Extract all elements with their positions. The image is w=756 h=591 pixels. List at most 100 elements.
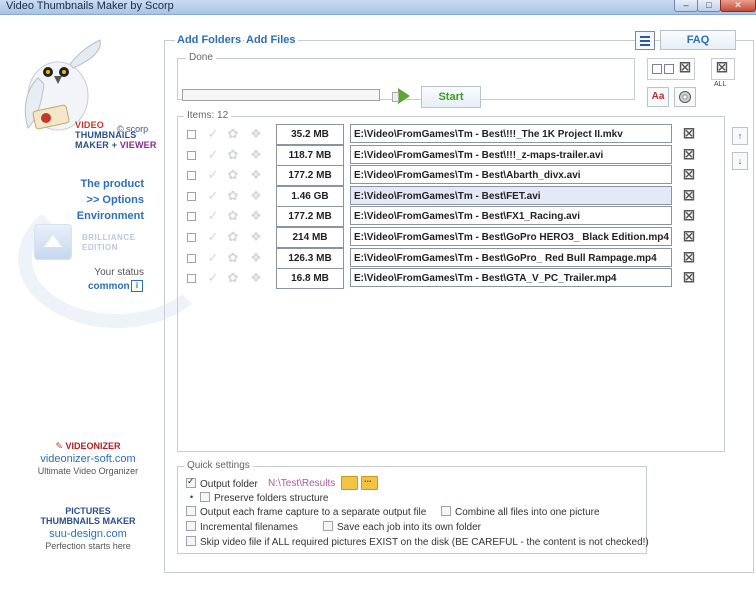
remove-all-icon[interactable]: ⊠	[715, 60, 729, 75]
edition-label: BRILLIANCE EDITION	[82, 233, 135, 253]
status-value[interactable]: common	[88, 281, 130, 292]
preserve-structure-checkbox[interactable]	[200, 492, 210, 502]
check-icon[interactable]: ✓	[206, 188, 220, 203]
row-checkbox[interactable]	[187, 171, 196, 181]
remove-item-icon[interactable]: ⊠	[682, 250, 696, 265]
table-row[interactable]: ✓ ✿ ❖ 177.2 MB E:\Video\FromGames\Tm - Best\…	[186, 165, 706, 187]
close-button[interactable]: ✕	[720, 0, 756, 12]
preview-icon[interactable]: ❖	[249, 209, 263, 223]
row-checkbox[interactable]	[187, 130, 196, 139]
select-all-checkbox-icon[interactable]	[652, 64, 662, 74]
file-path[interactable]: E:\Video\FromGames\Tm - Best\GoPro_ Red …	[350, 247, 672, 267]
edition-line-1: BRILLIANCE	[82, 233, 136, 242]
play-icon[interactable]	[392, 86, 414, 106]
preview-icon[interactable]: ❖	[249, 127, 263, 141]
table-row[interactable]: ✓ ✿ ❖ 1.46 GB E:\Video\FromGames\Tm - Best\F…	[186, 185, 706, 207]
remove-item-icon[interactable]: ⊠	[682, 167, 696, 182]
check-icon[interactable]: ✓	[206, 271, 220, 285]
faq-button[interactable]: FAQ	[660, 30, 736, 50]
select-none-checkbox-icon[interactable]	[664, 64, 674, 74]
skip-existing-option[interactable]: Skip video file if ALL required pictures…	[186, 536, 649, 548]
process-icon[interactable]: ✿	[226, 250, 240, 265]
nav-the-product[interactable]: The product	[80, 178, 144, 190]
file-path[interactable]: E:\Video\FromGames\Tm - Best\FX1_Racing.…	[350, 206, 672, 226]
file-path[interactable]: E:\Video\FromGames\Tm - Best\Abarth_divx…	[350, 165, 672, 185]
preview-icon[interactable]: ❖	[249, 188, 263, 203]
file-path[interactable]: E:\Video\FromGames\Tm - Best\!!!_The 1K …	[350, 124, 672, 143]
incremental-checkbox[interactable]	[186, 521, 196, 531]
process-icon[interactable]: ✿	[226, 188, 240, 203]
process-icon[interactable]: ✿	[226, 230, 240, 244]
preview-icon[interactable]: ❖	[249, 147, 263, 162]
skip-existing-checkbox[interactable]	[186, 536, 196, 546]
table-row[interactable]: ✓ ✿ ❖ 35.2 MB E:\Video\FromGames\Tm - Best\!…	[186, 124, 706, 145]
menu-button[interactable]	[635, 31, 655, 50]
add-files-link[interactable]: Add Files	[244, 34, 298, 46]
videonizer-link[interactable]: videonizer-soft.com	[20, 453, 156, 465]
file-path[interactable]: E:\Video\FromGames\Tm - Best\FET.avi	[350, 185, 672, 205]
remove-item-icon[interactable]: ⊠	[682, 208, 696, 223]
preview-icon[interactable]: ❖	[249, 230, 263, 244]
row-checkbox[interactable]	[187, 150, 196, 160]
row-checkbox[interactable]	[187, 253, 196, 263]
separate-output-checkbox[interactable]	[186, 506, 196, 516]
nav-options[interactable]: >> Options	[87, 194, 144, 206]
browse-folder-icon[interactable]	[361, 474, 378, 490]
check-icon[interactable]: ✓	[206, 168, 220, 182]
output-folder-option[interactable]: Output folder	[186, 476, 258, 490]
check-icon[interactable]: ✓	[206, 250, 220, 265]
row-checkbox[interactable]	[187, 233, 196, 242]
own-folder-option[interactable]: Save each job into its own folder	[323, 521, 481, 533]
table-row[interactable]: ✓ ✿ ❖ 214 MB E:\Video\FromGames\Tm - Best\Go…	[186, 227, 706, 248]
add-folders-link[interactable]: Add Folders	[175, 34, 244, 46]
remove-item-icon[interactable]: ⊠	[682, 126, 696, 141]
table-row[interactable]: ✓ ✿ ❖ 177.2 MB E:\Video\FromGames\Tm - Best\…	[186, 206, 706, 228]
remove-selected-icon[interactable]: ⊠	[678, 60, 692, 75]
edition-line-2: EDITION	[82, 243, 118, 252]
own-folder-checkbox[interactable]	[323, 521, 333, 531]
preview-icon[interactable]: ❖	[249, 250, 263, 265]
combine-all-checkbox[interactable]	[441, 506, 451, 516]
incremental-option[interactable]: Incremental filenames	[186, 521, 298, 533]
row-checkbox[interactable]	[187, 274, 196, 284]
move-up-button[interactable]: ↑	[732, 127, 748, 145]
preserve-structure-option[interactable]: Preserve folders structure	[200, 492, 329, 504]
font-settings-icon[interactable]: Aa	[647, 87, 669, 107]
info-icon[interactable]: i	[131, 280, 143, 292]
move-down-button[interactable]: ↓	[732, 152, 748, 170]
separate-output-option[interactable]: Output each frame capture to a separate …	[186, 506, 426, 518]
preview-icon[interactable]: ❖	[249, 168, 263, 182]
remove-item-icon[interactable]: ⊠	[682, 147, 696, 162]
process-icon[interactable]: ✿	[226, 209, 240, 223]
table-row[interactable]: ✓ ✿ ❖ 126.3 MB E:\Video\FromGames\Tm - Best\…	[186, 247, 706, 269]
remove-item-icon[interactable]: ⊠	[682, 229, 696, 244]
check-icon[interactable]: ✓	[206, 147, 220, 162]
process-icon[interactable]: ✿	[226, 147, 240, 162]
check-icon[interactable]: ✓	[206, 209, 220, 223]
process-icon[interactable]: ✿	[226, 127, 240, 141]
check-icon[interactable]: ✓	[206, 230, 220, 244]
table-row[interactable]: ✓ ✿ ❖ 16.8 MB E:\Video\FromGames\Tm - Best\G…	[186, 268, 706, 290]
row-checkbox[interactable]	[187, 212, 196, 222]
suu-design-link[interactable]: suu-design.com	[20, 528, 156, 540]
open-folder-icon[interactable]	[341, 476, 358, 490]
file-size: 1.46 GB	[276, 185, 344, 207]
remove-item-icon[interactable]: ⊠	[682, 188, 696, 203]
nav-environment[interactable]: Environment	[77, 210, 144, 222]
maximize-button[interactable]: □	[697, 0, 721, 12]
process-icon[interactable]: ✿	[226, 271, 240, 285]
start-button[interactable]: Start	[421, 86, 481, 108]
table-row[interactable]: ✓ ✿ ❖ 118.7 MB E:\Video\FromGames\Tm - Best\…	[186, 144, 706, 166]
row-checkbox[interactable]	[187, 191, 196, 201]
file-path[interactable]: E:\Video\FromGames\Tm - Best\!!!_z-maps-…	[350, 144, 672, 164]
disc-icon[interactable]	[674, 87, 696, 107]
file-path[interactable]: E:\Video\FromGames\Tm - Best\GoPro HERO3…	[350, 227, 672, 246]
remove-item-icon[interactable]: ⊠	[682, 270, 696, 285]
process-icon[interactable]: ✿	[226, 168, 240, 182]
preview-icon[interactable]: ❖	[249, 271, 263, 285]
file-path[interactable]: E:\Video\FromGames\Tm - Best\GTA_V_PC_Tr…	[350, 268, 672, 288]
output-folder-checkbox[interactable]	[186, 476, 196, 488]
combine-all-option[interactable]: Combine all files into one picture	[441, 506, 600, 518]
minimize-button[interactable]: –	[674, 0, 698, 12]
check-icon[interactable]: ✓	[206, 127, 220, 141]
